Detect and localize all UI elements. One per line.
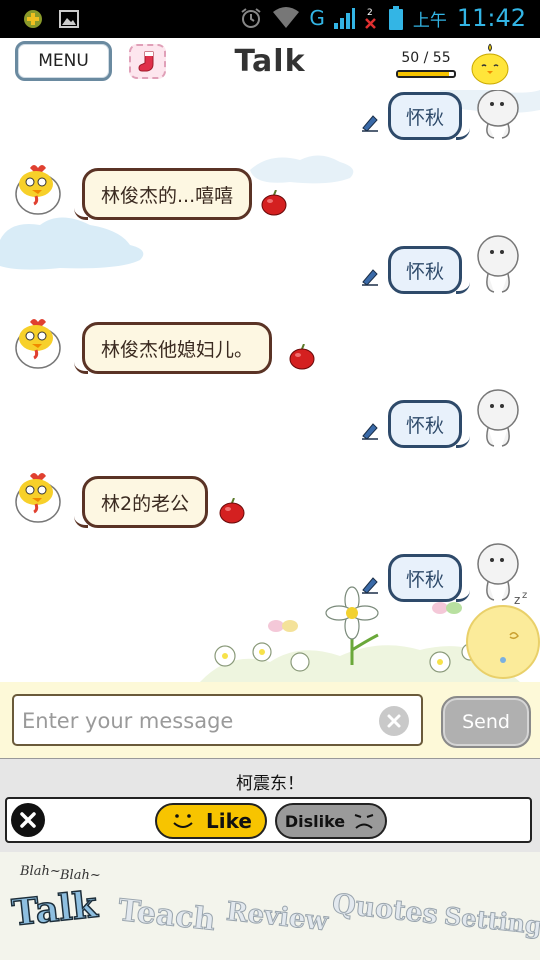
battery-icon	[388, 6, 403, 30]
chicken-avatar-icon	[15, 165, 61, 215]
blah-label: Blah~	[60, 868, 101, 883]
status-bar: G 2 上午 11:42	[0, 0, 540, 38]
egg-avatar-icon	[477, 235, 519, 293]
blah-label: Blah~	[20, 864, 61, 879]
message-bubble-right[interactable]: 怀秋	[388, 400, 470, 448]
chicken-avatar-icon	[15, 473, 61, 523]
pencil-icon[interactable]	[360, 574, 380, 594]
nav-review[interactable]: Review	[224, 896, 330, 938]
signal-icon	[333, 8, 355, 29]
message-bubble-left[interactable]: 林俊杰的...嘻嘻	[73, 168, 253, 220]
message-bubble-right[interactable]: 怀秋	[388, 92, 470, 140]
close-icon	[20, 812, 36, 828]
feedback-title: 柯震东！	[236, 774, 304, 794]
alarm-icon	[241, 8, 261, 28]
close-icon	[387, 714, 401, 728]
dislike-button[interactable]: Dislike	[275, 803, 387, 839]
counter-progress-fill	[398, 72, 449, 76]
image-icon	[59, 10, 79, 28]
frown-icon	[354, 814, 374, 829]
butterfly	[268, 620, 298, 632]
nav-talk[interactable]: Talk	[9, 883, 100, 935]
wifi-icon	[273, 7, 300, 28]
apple-icon[interactable]	[288, 344, 316, 370]
message-counter: 50 / 55	[401, 50, 451, 66]
apple-icon[interactable]	[218, 498, 246, 524]
nav-teach[interactable]: Teach	[116, 893, 218, 939]
message-bubble-right[interactable]: 怀秋	[388, 246, 470, 294]
message-bubble-right[interactable]: 怀秋	[388, 554, 470, 602]
chick-mascot-icon[interactable]	[470, 42, 510, 86]
message-bubble-left[interactable]: 林俊杰他媳妇儿。	[73, 322, 273, 374]
message-input[interactable]	[22, 704, 382, 738]
message-bubble-left[interactable]: 林2的老公	[73, 476, 209, 528]
egg-avatar-icon	[477, 90, 519, 139]
feedback-panel: 柯震东！ Like Dislike	[0, 758, 540, 852]
counter-progress-bar	[396, 70, 456, 78]
egg-avatar-icon	[477, 389, 519, 447]
message-input-bar: Send	[0, 682, 540, 758]
chat-area[interactable]: z z 怀秋 林俊杰的...嘻嘻 怀秋 林俊杰他媳妇儿。 怀秋 林2的老公 怀秋	[0, 90, 540, 682]
nav-setting[interactable]: Setting	[442, 900, 540, 940]
dislike-label: Dislike	[284, 811, 346, 831]
like-label: Like	[206, 809, 252, 833]
message-input-container	[12, 694, 423, 746]
page-title: Talk	[234, 44, 306, 79]
am-pm-label: 上午	[412, 10, 447, 31]
game-controller-icon	[24, 10, 42, 28]
feedback-box: Like Dislike	[5, 797, 532, 843]
pencil-icon[interactable]	[360, 266, 380, 286]
apple-icon[interactable]	[260, 190, 288, 216]
egg-avatar-icon	[477, 543, 519, 601]
app-header: MENU Talk 50 / 55	[0, 38, 540, 90]
clear-input-button[interactable]	[379, 706, 409, 736]
no-signal-icon: 2	[364, 8, 376, 29]
pencil-icon[interactable]	[360, 420, 380, 440]
like-button[interactable]: Like	[155, 803, 267, 839]
send-button[interactable]: Send	[441, 696, 531, 748]
pencil-icon[interactable]	[360, 112, 380, 132]
clock: 11:42	[456, 4, 526, 32]
close-feedback-button[interactable]	[11, 803, 45, 837]
svg-text:2: 2	[367, 8, 373, 18]
chicken-avatar-icon	[15, 319, 61, 369]
network-type: G	[309, 6, 325, 30]
smile-icon	[173, 814, 193, 828]
nav-quotes[interactable]: Quotes	[330, 888, 440, 931]
bottom-navigation: Blah~ Blah~ Talk Teach Review Quotes Set…	[0, 852, 540, 960]
